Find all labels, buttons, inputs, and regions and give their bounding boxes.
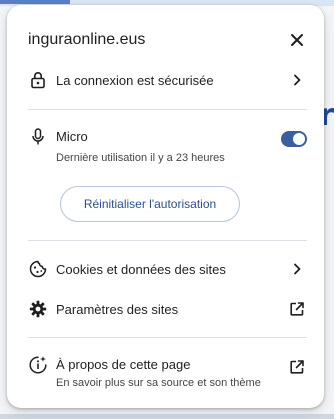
connection-security-row[interactable]: La connexion est sécurisée [7,60,324,100]
info-sparkle-icon [28,355,48,375]
site-info-popup: inguraonline.eus La connexion est sécuri… [7,5,324,408]
open-external-icon [287,299,307,319]
divider [28,337,307,338]
reset-permission-button[interactable]: Réinitialiser l'autorisation [60,186,240,222]
cookie-icon [28,259,48,279]
connection-label: La connexion est sécurisée [56,72,214,88]
lock-icon [28,70,48,90]
chevron-right-icon [287,259,307,279]
microphone-last-used: Dernière utilisation il y a 23 heures [56,152,225,164]
microphone-permission-row: Micro [7,117,324,157]
gear-icon [28,299,48,319]
toggle-knob [293,133,305,145]
chevron-right-icon [287,70,307,90]
about-page-row[interactable]: À propos de cette page En savoir plus su… [7,347,324,395]
microphone-label: Micro [56,129,88,144]
close-button[interactable] [285,28,309,52]
about-page-label: À propos de cette page [56,357,191,372]
close-icon [290,33,304,47]
divider [28,240,307,241]
about-page-description: En savoir plus sur sa source et son thèm… [56,377,261,389]
cookies-label: Cookies et données des sites [56,261,226,277]
microphone-toggle[interactable] [281,131,307,147]
open-external-icon [287,357,307,377]
browser-tab-accent [0,0,70,4]
microphone-icon [28,127,48,147]
cookies-row[interactable]: Cookies et données des sites [7,249,324,289]
background-page-bottom [0,414,334,419]
site-settings-row[interactable]: Paramètres des sites [7,289,324,329]
site-settings-label: Paramètres des sites [56,301,179,317]
divider [28,109,307,110]
site-domain-title: inguraonline.eus [28,31,146,48]
